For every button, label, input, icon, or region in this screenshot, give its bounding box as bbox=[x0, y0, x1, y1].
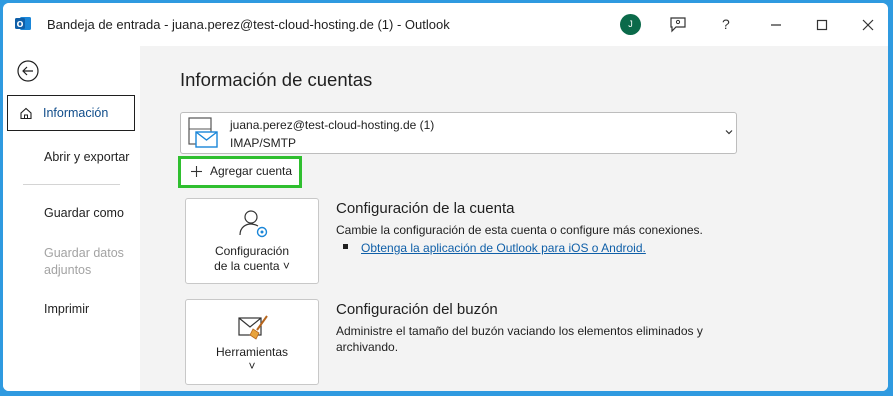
add-account-button[interactable]: Agregar cuenta bbox=[178, 156, 302, 188]
account-email: juana.perez@test-cloud-hosting.de (1) bbox=[230, 118, 435, 132]
chevron-down-icon bbox=[725, 130, 733, 135]
svg-text:O: O bbox=[17, 20, 24, 29]
account-mail-icon bbox=[188, 117, 218, 148]
nav-item-informacion[interactable]: Información bbox=[7, 95, 135, 131]
account-settings-label-2: de la cuenta ˅ bbox=[214, 259, 290, 273]
account-settings-title: Configuración de la cuenta bbox=[336, 200, 515, 217]
title-bar: O Bandeja de entrada - juana.perez@test-… bbox=[3, 3, 888, 46]
tools-button[interactable]: Herramientas ˅ bbox=[185, 299, 319, 385]
account-type: IMAP/SMTP bbox=[230, 136, 297, 150]
account-settings-description: Cambie la configuración de esta cuenta o… bbox=[336, 223, 703, 237]
tools-label: Herramientas bbox=[215, 345, 289, 359]
nav-item-guardar-datos-adjuntos: Guardar datos adjuntos bbox=[44, 246, 124, 277]
window-title: Bandeja de entrada - juana.perez@test-cl… bbox=[47, 17, 450, 32]
outlook-mobile-link[interactable]: Obtenga la aplicación de Outlook para iO… bbox=[361, 241, 646, 255]
help-button[interactable]: ? bbox=[722, 16, 730, 32]
account-info-panel: Información de cuentas juana.perez@test-… bbox=[140, 46, 888, 391]
close-icon[interactable] bbox=[857, 14, 879, 36]
account-settings-button[interactable]: Configuración de la cuenta ˅ bbox=[185, 198, 319, 284]
bullet-icon bbox=[343, 244, 348, 249]
feedback-icon[interactable] bbox=[667, 14, 689, 36]
backstage-nav: Información Abrir y exportar Guardar com… bbox=[3, 46, 140, 391]
nav-item-imprimir[interactable]: Imprimir bbox=[44, 302, 89, 316]
back-arrow-icon[interactable] bbox=[17, 60, 39, 82]
tools-chevron: ˅ bbox=[248, 359, 256, 373]
nav-label-informacion: Información bbox=[43, 106, 109, 120]
outlook-icon: O bbox=[15, 17, 31, 30]
maximize-icon[interactable] bbox=[811, 14, 833, 36]
page-title: Información de cuentas bbox=[180, 69, 373, 90]
mailbox-settings-description: Administre el tamaño del buzón vaciando … bbox=[336, 324, 703, 354]
nav-divider bbox=[23, 184, 120, 185]
user-avatar[interactable]: J bbox=[620, 14, 641, 35]
account-settings-icon bbox=[239, 210, 268, 238]
account-settings-label-1: Configuración bbox=[214, 244, 290, 258]
outlook-window: O Bandeja de entrada - juana.perez@test-… bbox=[3, 3, 888, 391]
account-selector[interactable]: juana.perez@test-cloud-hosting.de (1) IM… bbox=[180, 112, 737, 154]
minimize-icon[interactable] bbox=[765, 14, 787, 36]
home-icon bbox=[20, 107, 32, 120]
plus-icon bbox=[191, 166, 202, 177]
add-account-label: Agregar cuenta bbox=[210, 164, 293, 178]
mailbox-settings-title: Configuración del buzón bbox=[336, 301, 498, 318]
nav-item-abrir-y-exportar[interactable]: Abrir y exportar bbox=[44, 150, 129, 164]
mailbox-cleanup-icon bbox=[238, 315, 268, 340]
nav-item-guardar-como[interactable]: Guardar como bbox=[44, 206, 124, 220]
